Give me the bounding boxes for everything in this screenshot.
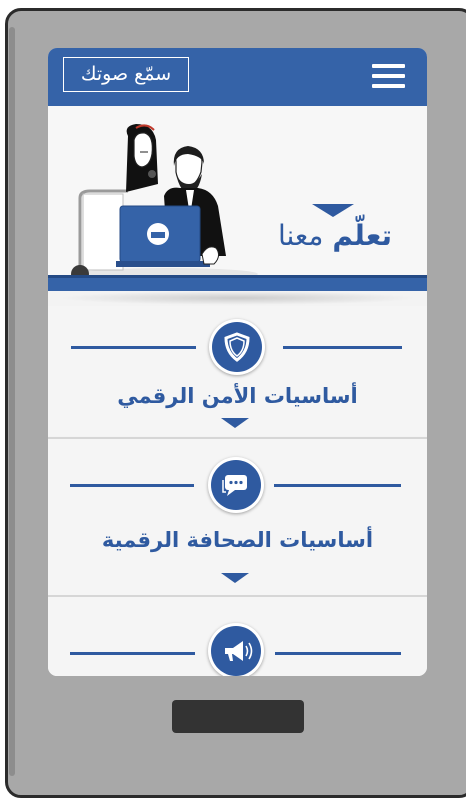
hero-title-strong: تعلّم — [332, 219, 393, 252]
menu-line — [372, 74, 405, 78]
hero-down-arrow-icon — [312, 204, 354, 217]
top-bar: سمّع صوتك — [48, 48, 427, 106]
section-advocacy[interactable] — [48, 597, 427, 676]
section-digital-security[interactable]: أساسيات الأمن الرقمي — [48, 306, 427, 436]
megaphone-icon — [208, 623, 264, 676]
shield-glyph — [224, 332, 250, 362]
hero-bottom-band — [48, 275, 427, 291]
decor-line-left — [71, 346, 196, 349]
menu-line — [372, 64, 405, 68]
section-title: أساسيات الصحافة الرقمية — [101, 528, 374, 552]
hero-title-rest: معنا — [277, 219, 333, 252]
chat-bubble-glyph — [222, 475, 247, 496]
chevron-down-icon — [221, 418, 249, 428]
hero-title: تعلّم معنا — [270, 218, 400, 254]
home-button[interactable] — [172, 700, 304, 733]
decor-line-right — [275, 652, 401, 655]
decor-line-left — [70, 652, 195, 655]
phone-edge — [9, 27, 15, 776]
menu-line — [372, 84, 405, 88]
hamburger-menu-icon[interactable] — [372, 64, 405, 88]
section-title: أساسيات الأمن الرقمي — [117, 384, 358, 408]
section-digital-journalism[interactable]: أساسيات الصحافة الرقمية — [48, 439, 427, 596]
shield-icon — [209, 319, 265, 375]
chat-bubble-icon — [208, 457, 264, 513]
decor-line-right — [283, 346, 402, 349]
hero-shadow — [58, 291, 417, 305]
decor-line-right — [274, 484, 401, 487]
phone-screen: سمّع صوتك تعلّم معنا أساسيات الأمن الرقم… — [48, 48, 427, 676]
two-people-laptop-illustration — [71, 124, 258, 283]
chevron-down-icon — [221, 573, 249, 583]
logo[interactable]: سمّع صوتك — [63, 57, 189, 92]
decor-line-left — [70, 484, 194, 487]
hero-banner: تعلّم معنا — [48, 106, 427, 291]
megaphone-glyph — [225, 641, 253, 661]
